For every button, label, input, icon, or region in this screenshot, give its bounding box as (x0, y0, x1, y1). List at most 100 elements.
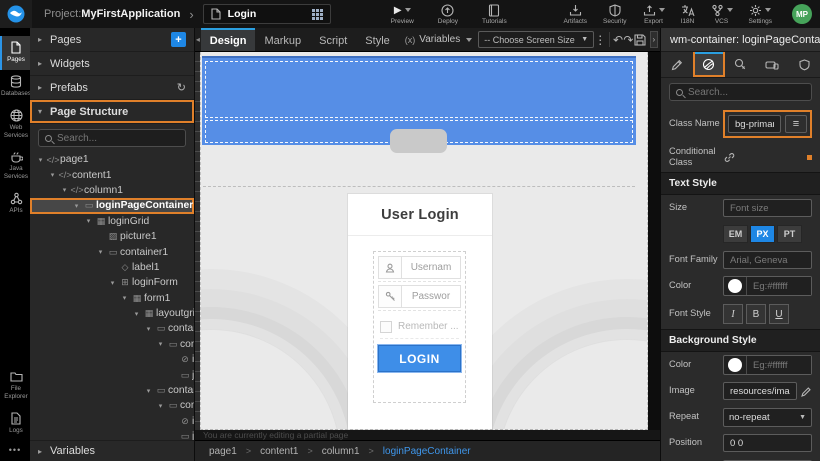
remember-checkbox[interactable] (380, 321, 392, 333)
class-name-input[interactable] (728, 115, 781, 133)
login-button[interactable]: LOGIN (378, 345, 461, 372)
structure-search-input[interactable] (57, 133, 179, 144)
section-variables[interactable]: ▸ Variables (30, 440, 194, 461)
dashboard-grid-icon[interactable] (312, 9, 315, 12)
tab-devices[interactable] (756, 52, 788, 77)
preview-button[interactable]: ▶ Preview (391, 0, 414, 28)
expand-right-icon[interactable]: › (650, 31, 658, 48)
underline-button[interactable]: U (769, 304, 789, 324)
class-list-button[interactable]: ≡ (785, 115, 807, 133)
rail-item-databases[interactable]: Databases (0, 70, 30, 104)
bg-repeat-select[interactable]: no-repeat ▼ (723, 408, 812, 427)
tree-item-layoutgrid2[interactable]: ▾▦layoutgrid2 (30, 306, 194, 321)
redo-button[interactable]: ↷ (623, 28, 633, 51)
rail-item-logs[interactable]: Logs (0, 407, 30, 441)
project-name[interactable]: Project:MyFirstApplication (44, 8, 180, 20)
breadcrumb-loginPageContainer[interactable]: loginPageContainer (383, 446, 471, 457)
canvas-page[interactable]: User Login (200, 52, 648, 430)
bg-color-input[interactable] (746, 356, 811, 374)
tree-item-form1[interactable]: ▾▦form1 (30, 291, 194, 306)
tree-item-container1[interactable]: ▾▭container1 (30, 244, 194, 259)
rail-more-button[interactable]: ••• (0, 441, 30, 461)
tree-item-container[interactable]: ▾▭container (30, 383, 194, 398)
username-input[interactable] (402, 262, 460, 273)
login-form-grid: Remember ... LOGIN (373, 251, 466, 403)
rail-item-web-services[interactable]: Web Services (0, 104, 30, 146)
property-search-input[interactable] (688, 87, 805, 98)
undo-button[interactable]: ↶ (613, 28, 623, 51)
security-button[interactable]: Security (603, 0, 626, 28)
open-page-tab[interactable]: Login (203, 4, 331, 24)
add-page-button[interactable]: + (171, 32, 186, 47)
tree-item-loginGrid[interactable]: ▾▦loginGrid (30, 214, 194, 229)
tab-properties[interactable] (661, 52, 693, 77)
tree-item-j-password[interactable]: ▭j_passw (30, 429, 194, 440)
rail-item-pages[interactable]: Pages (0, 36, 30, 70)
font-size-input[interactable] (723, 199, 812, 217)
bg-image-input[interactable] (723, 382, 797, 400)
tab-style[interactable]: Style (356, 28, 398, 51)
tree-item-j-username[interactable]: ▭j_usern (30, 367, 194, 382)
more-menu-icon[interactable]: ⋮ (594, 28, 606, 51)
rail-item-java-services[interactable]: Java Services (0, 145, 30, 187)
tree-item-loginPageContainer[interactable]: ▾▭loginPageContainer (30, 198, 194, 213)
user-avatar[interactable]: MP (792, 4, 812, 24)
chevron-down-icon: ▾ (35, 156, 46, 164)
section-widgets[interactable]: ▸ Widgets (30, 52, 194, 76)
tab-markup[interactable]: Markup (255, 28, 310, 51)
unit-em-button[interactable]: EM (723, 225, 748, 243)
bg-position-input[interactable] (723, 434, 812, 452)
tree-item-container[interactable]: ▾▭container (30, 321, 194, 336)
tree-item-page1[interactable]: ▾</>page1 (30, 152, 194, 167)
export-button[interactable]: Export (643, 0, 665, 28)
tree-item-loginForm[interactable]: ▾⊞loginForm (30, 275, 194, 290)
font-family-input[interactable] (723, 251, 812, 269)
picture-placeholder[interactable] (390, 129, 447, 153)
deploy-button[interactable]: Deploy (438, 0, 458, 28)
save-button[interactable] (634, 28, 646, 51)
section-page-structure[interactable]: ▾ Page Structure (30, 100, 194, 124)
password-input[interactable] (402, 291, 460, 302)
section-pages[interactable]: ▸ Pages + (30, 28, 194, 52)
breadcrumb-content1[interactable]: content1 (260, 446, 298, 457)
tree-item-container[interactable]: ▾▭container (30, 337, 194, 352)
tree-item-column1[interactable]: ▾</>column1 (30, 183, 194, 198)
bg-color-row: Color (661, 352, 820, 378)
tree-item-picture1[interactable]: ▨picture1 (30, 229, 194, 244)
screen-size-select[interactable]: -- Choose Screen Size -- ▼ (478, 31, 594, 48)
section-prefabs[interactable]: ▸ Prefabs ↻ (30, 76, 194, 100)
chevron-right-icon: ▸ (38, 83, 50, 92)
italic-button[interactable]: I (723, 304, 743, 324)
link-icon[interactable] (723, 151, 736, 164)
settings-button[interactable]: Settings (749, 0, 773, 28)
unit-px-button[interactable]: PX (750, 225, 775, 243)
tab-script[interactable]: Script (310, 28, 356, 51)
breadcrumb-column1[interactable]: column1 (322, 446, 360, 457)
color-swatch[interactable] (728, 358, 742, 372)
tree-item-icon[interactable]: ⊘icon (30, 414, 194, 429)
edit-pencil-icon[interactable] (801, 386, 812, 397)
tree-item-icon[interactable]: ⊘icon (30, 352, 194, 367)
wavemaker-logo[interactable] (0, 0, 32, 28)
login-form-card[interactable]: User Login (348, 194, 492, 430)
tutorials-button[interactable]: Tutorials (482, 0, 507, 28)
tab-styles[interactable] (693, 52, 725, 77)
rail-item-apis[interactable]: APIs (0, 187, 30, 221)
unit-pt-button[interactable]: PT (777, 225, 802, 243)
breadcrumb-page1[interactable]: page1 (209, 446, 237, 457)
tree-item-label1[interactable]: ◇label1 (30, 260, 194, 275)
text-color-input[interactable] (746, 277, 811, 295)
vcs-button[interactable]: VCS (711, 0, 733, 28)
color-swatch[interactable] (728, 279, 742, 293)
artifacts-button[interactable]: Artifacts (564, 0, 587, 28)
variables-dropdown[interactable]: (x) Variables (399, 28, 478, 51)
tab-events[interactable] (725, 52, 757, 77)
bold-button[interactable]: B (746, 304, 766, 324)
refresh-icon[interactable]: ↻ (177, 81, 186, 94)
tree-item-content1[interactable]: ▾</>content1 (30, 167, 194, 182)
i18n-button[interactable]: I18N (681, 0, 695, 28)
tree-item-container[interactable]: ▾▭container (30, 398, 194, 413)
tab-security[interactable] (788, 52, 820, 77)
tab-design[interactable]: Design (201, 28, 256, 51)
rail-item-file-explorer[interactable]: File Explorer (0, 366, 30, 407)
